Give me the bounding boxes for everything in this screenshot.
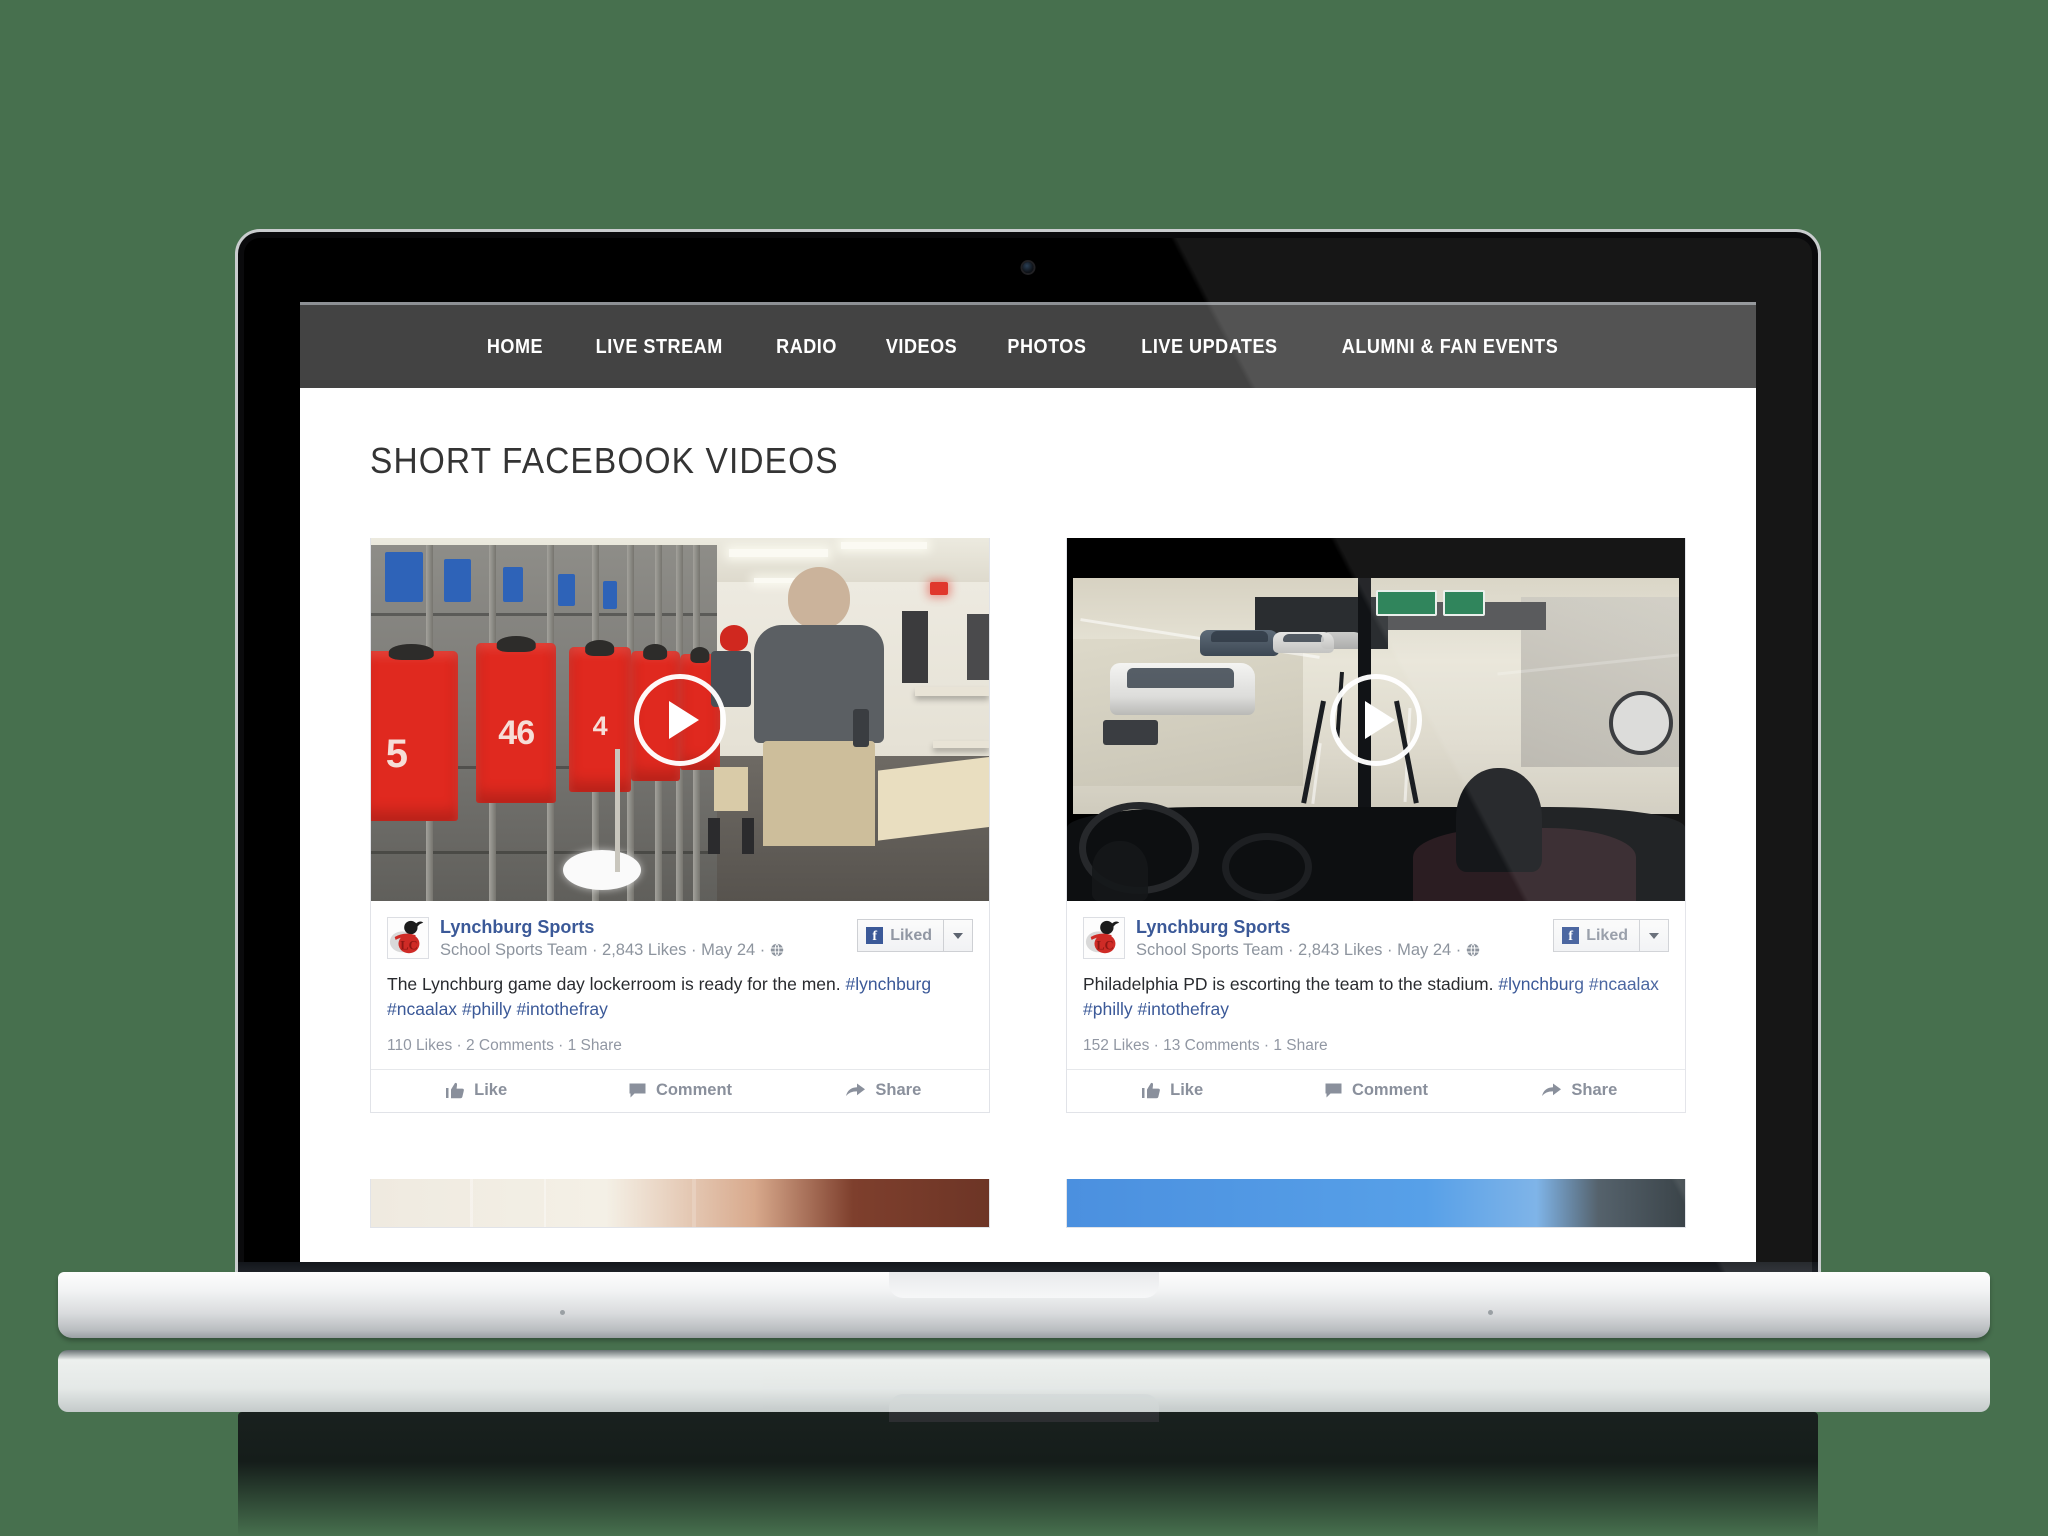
share-button-label: Share (1571, 1081, 1618, 1100)
hashtag-intothefray[interactable]: #intothefray (1138, 999, 1229, 1019)
facebook-f-icon: f (1562, 927, 1580, 944)
liked-button-label: Liked (890, 926, 932, 944)
liked-button-group: f Liked (1553, 919, 1669, 952)
post-meta: School Sports Team · 2,843 Likes · May 2… (1136, 941, 1553, 962)
video-thumbnail[interactable]: 5 46 4 (371, 538, 989, 901)
post-actions: Like Comment Share (1067, 1069, 1685, 1112)
liked-button[interactable]: f Liked (857, 919, 944, 952)
share-button[interactable]: Share (1478, 1081, 1681, 1100)
indoor-scene (371, 1179, 989, 1228)
facebook-post-card: 5 46 4 LC Lynchburg Sports School Sports… (370, 538, 990, 1114)
post-header: LC Lynchburg Sports School Sports Team ·… (1067, 901, 1685, 968)
video-thumbnail[interactable] (371, 1179, 989, 1228)
like-button-label: Like (1170, 1081, 1204, 1100)
post-text: The Lynchburg game day lockerroom is rea… (371, 968, 989, 1022)
video-thumbnail[interactable] (1067, 538, 1685, 901)
play-button-icon[interactable] (634, 673, 726, 766)
facebook-post-card: LC Lynchburg Sports School Sports Team ·… (1066, 538, 1686, 1114)
svg-text:LC: LC (1096, 938, 1113, 952)
post-meta: School Sports Team · 2,843 Likes · May 2… (440, 941, 857, 962)
laptop-base-notch (889, 1272, 1159, 1298)
comment-bubble-icon (1325, 1083, 1342, 1098)
post-stats: 152 Likes · 13 Comments · 1 Share (1083, 1037, 1328, 1055)
share-arrow-icon (1542, 1083, 1562, 1097)
laptop-base (58, 1272, 1990, 1338)
liked-dropdown-button[interactable] (1640, 919, 1669, 952)
post-author-block: Lynchburg Sports School Sports Team · 2,… (1136, 917, 1553, 962)
page-title: Short Facebook Videos (370, 440, 839, 481)
like-button-label: Like (474, 1081, 508, 1100)
nav-item-videos[interactable]: Videos (868, 335, 975, 359)
page-content: Short Facebook Videos (300, 388, 1756, 1270)
hashtag-lynchburg[interactable]: #lynchburg (1498, 974, 1584, 994)
facebook-f-icon: f (866, 927, 884, 944)
post-text: Philadelphia PD is escorting the team to… (1067, 968, 1685, 1022)
play-button-icon[interactable] (1330, 673, 1422, 766)
avatar: LC (387, 917, 429, 959)
share-button-label: Share (875, 1081, 922, 1100)
browser-screen: Home Live Stream Radio Videos Photos Liv… (300, 302, 1756, 1270)
nav-item-photos[interactable]: Photos (990, 335, 1104, 359)
like-button[interactable]: Like (375, 1081, 578, 1100)
post-meta-text: School Sports Team · 2,843 Likes · May 2… (440, 940, 766, 959)
liked-button-group: f Liked (857, 919, 973, 952)
globe-icon (770, 943, 784, 962)
comment-button[interactable]: Comment (1274, 1081, 1477, 1100)
chevron-down-icon (1649, 932, 1659, 939)
facebook-post-card-partial (1066, 1179, 1686, 1229)
comment-button[interactable]: Comment (578, 1081, 781, 1100)
nav-item-alumni-fan-events[interactable]: Alumni & Fan Events (1324, 335, 1576, 359)
laptop-screen-reflection (238, 1412, 1818, 1536)
nav-item-live-updates[interactable]: Live Updates (1123, 335, 1295, 359)
globe-icon (1466, 943, 1480, 962)
share-button[interactable]: Share (782, 1081, 985, 1100)
post-meta-text: School Sports Team · 2,843 Likes · May 2… (1136, 940, 1462, 959)
nav-item-home[interactable]: Home (470, 335, 561, 359)
site-navigation: Home Live Stream Radio Videos Photos Liv… (300, 302, 1756, 388)
liked-button[interactable]: f Liked (1553, 919, 1640, 952)
post-author-block: Lynchburg Sports School Sports Team · 2,… (440, 917, 857, 962)
laptop-bezel: Home Live Stream Radio Videos Photos Liv… (244, 238, 1812, 1272)
laptop-reflection (58, 1350, 1990, 1422)
laptop-lid: Home Live Stream Radio Videos Photos Liv… (238, 232, 1818, 1272)
hashtag-ncaalax[interactable]: #ncaalax (387, 999, 457, 1019)
like-button[interactable]: Like (1071, 1081, 1274, 1100)
post-page-name[interactable]: Lynchburg Sports (1136, 917, 1553, 938)
facebook-post-card-partial (370, 1179, 990, 1229)
hashtag-lynchburg[interactable]: #lynchburg (845, 974, 931, 994)
chevron-down-icon (953, 932, 963, 939)
liked-dropdown-button[interactable] (944, 919, 973, 952)
video-thumbnail[interactable] (1067, 1179, 1685, 1228)
webcam-dot (1022, 262, 1034, 273)
post-text-body: Philadelphia PD is escorting the team to… (1083, 973, 1494, 994)
thumbs-up-icon (446, 1082, 465, 1099)
comment-bubble-icon (629, 1083, 646, 1098)
comment-button-label: Comment (1351, 1081, 1429, 1100)
hashtag-philly[interactable]: #philly (462, 999, 512, 1019)
liked-button-label: Liked (1586, 926, 1628, 944)
post-text-body: The Lynchburg game day lockerroom is rea… (387, 973, 841, 994)
post-stats: 110 Likes · 2 Comments · 1 Share (387, 1037, 622, 1055)
sky-scene (1067, 1179, 1685, 1228)
post-page-name[interactable]: Lynchburg Sports (440, 917, 857, 938)
post-header: LC Lynchburg Sports School Sports Team ·… (371, 901, 989, 968)
video-grid: 5 46 4 LC Lynchburg Sports School Sports… (370, 538, 1686, 1229)
svg-text:LC: LC (400, 938, 417, 952)
share-arrow-icon (846, 1083, 866, 1097)
screenshot-stage: Home Live Stream Radio Videos Photos Liv… (0, 0, 2048, 1536)
nav-item-live-stream[interactable]: Live Stream (578, 335, 740, 359)
nav-item-radio[interactable]: Radio (758, 335, 854, 359)
comment-button-label: Comment (655, 1081, 733, 1100)
post-actions: Like Comment Share (371, 1069, 989, 1112)
avatar: LC (1083, 917, 1125, 959)
hashtag-intothefray[interactable]: #intothefray (516, 999, 607, 1019)
thumbs-up-icon (1142, 1082, 1161, 1099)
hashtag-philly[interactable]: #philly (1083, 999, 1133, 1019)
hashtag-ncaalax[interactable]: #ncaalax (1589, 974, 1659, 994)
